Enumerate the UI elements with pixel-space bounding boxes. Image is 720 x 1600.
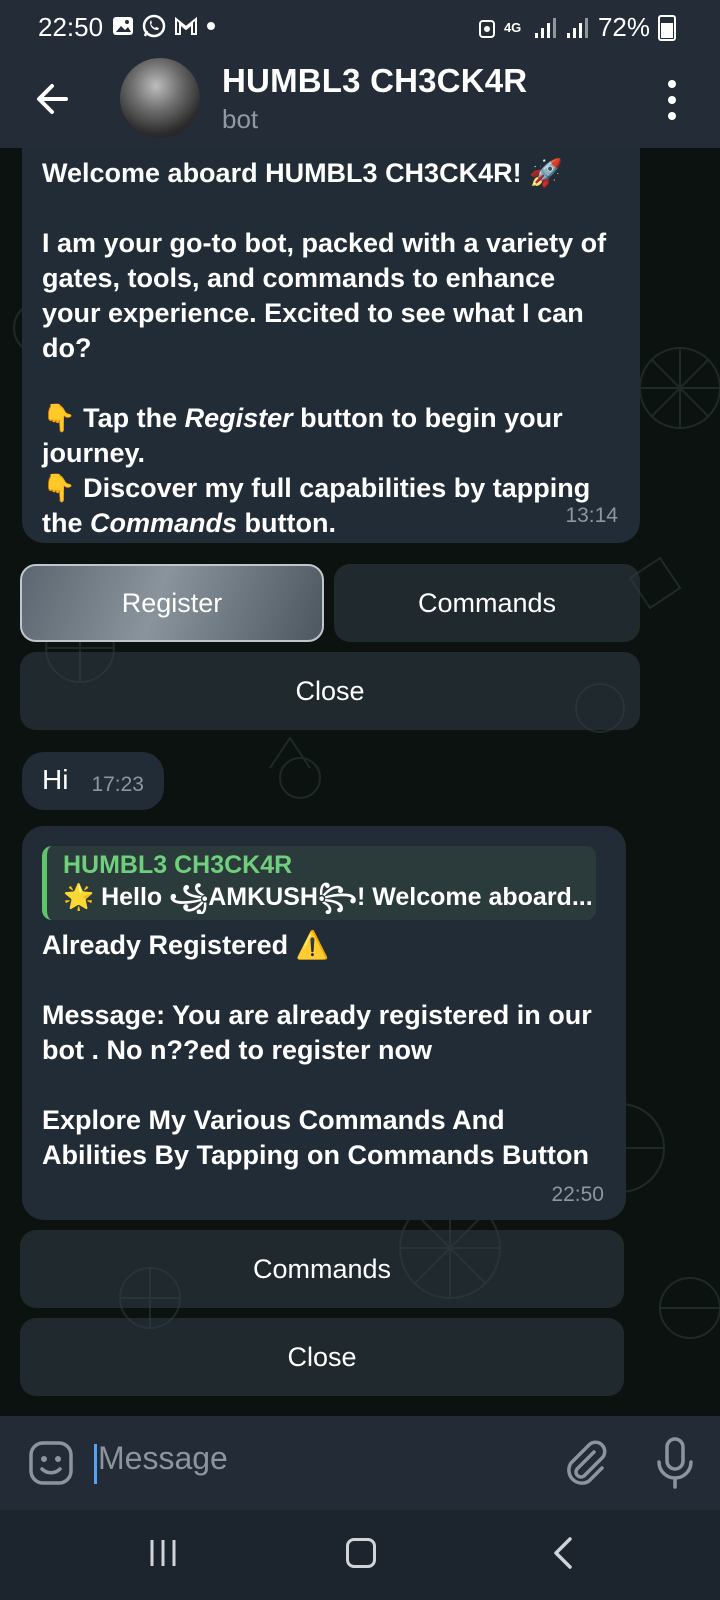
reply-quote[interactable]: HUMBL3 CH3CK4R 🌟 Hello ꧁AMKUSH꧂! Welcome… [42,846,596,920]
signal-icon [534,17,556,38]
gallery-icon [113,17,133,35]
data-saver-icon [478,19,495,38]
dot-icon [207,22,215,30]
message-input-bar: Message [0,1416,720,1510]
welcome-paragraph: I am your go-to bot, packed with a varie… [42,228,607,363]
back-arrow-icon[interactable] [30,76,76,122]
attach-icon[interactable] [560,1438,610,1488]
chat-area[interactable]: Welcome aboard HUMBL3 CH3CK4R! 🚀 I am yo… [0,148,720,1416]
battery-percent: 72% [597,12,650,42]
chat-subtitle: bot [222,104,259,134]
chat-title[interactable]: HUMBL3 CH3CK4R [222,62,527,100]
message-bubble-registered[interactable]: HUMBL3 CH3CK4R 🌟 Hello ꧁AMKUSH꧂! Welcome… [22,826,626,1220]
whatsapp-icon [142,14,166,38]
message-bubble-hi[interactable]: Hi 17:23 [22,752,164,810]
welcome-bullet-register: 👇 Tap the Register button to begin your … [42,403,563,468]
reply-sender: HUMBL3 CH3CK4R [63,851,293,879]
reply-text: 🌟 Hello ꧁AMKUSH꧂! Welcome aboard... [63,883,593,911]
message-time: 17:23 [91,773,144,796]
avatar[interactable] [120,58,200,138]
registered-explore: Explore My Various Commands And Abilitie… [42,1105,589,1170]
hi-text: Hi [42,764,69,795]
network-type: 4G [503,20,522,35]
text-caret [94,1444,97,1484]
microphone-icon[interactable] [652,1436,698,1490]
message-time: 13:14 [565,504,618,527]
signal-icon-2 [566,17,588,38]
gmail-icon [175,16,197,35]
status-time: 22:50 [38,12,104,42]
message-bubble-welcome[interactable]: Welcome aboard HUMBL3 CH3CK4R! 🚀 I am yo… [22,148,640,543]
registered-title: Already Registered ⚠️ [42,930,330,960]
close-button[interactable]: Close [20,652,640,730]
notification-icons [112,14,216,38]
status-bar: 22:50 4G 72% [0,0,720,54]
register-button[interactable]: Register [20,564,324,642]
close-button-2[interactable]: Close [20,1318,624,1396]
welcome-line: Welcome aboard HUMBL3 CH3CK4R! 🚀 [42,158,563,188]
system-navigation-bar [0,1510,720,1600]
emoji-sticker-icon[interactable] [28,1440,74,1486]
chat-header: HUMBL3 CH3CK4R bot [0,54,720,148]
welcome-bullet-commands: 👇 Discover my full capabilities by tappi… [42,473,591,538]
battery-icon [658,14,676,41]
commands-button[interactable]: Commands [334,564,640,642]
more-options-icon[interactable] [666,80,678,120]
message-input[interactable]: Message [98,1440,228,1477]
message-time: 22:50 [551,1183,604,1206]
home-icon[interactable] [346,1538,376,1568]
back-nav-icon[interactable] [552,1536,574,1570]
recent-apps-icon[interactable] [148,1538,178,1568]
registered-message: Message: You are already registered in o… [42,1000,592,1065]
commands-button-2[interactable]: Commands [20,1230,624,1308]
